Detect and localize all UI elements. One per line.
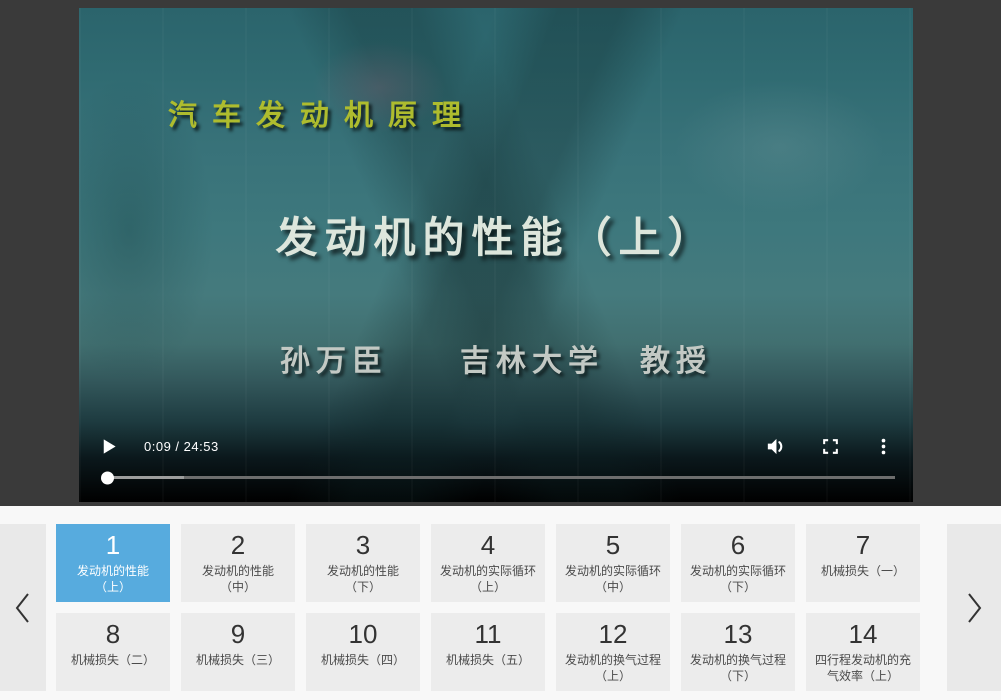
episode-number: 4 [480, 530, 496, 560]
episode-number: 13 [723, 619, 753, 649]
episode-title: 发动机的性能 （下） [326, 564, 399, 594]
playlist-item[interactable]: 9 机械损失（三） [181, 613, 295, 691]
chevron-left-icon [12, 591, 34, 625]
playlist-item[interactable]: 4 发动机的实际循环 （上） [431, 524, 545, 602]
episode-title: 发动机的性能 （上） [76, 564, 149, 594]
episode-number: 5 [605, 530, 621, 560]
episode-title: 发动机的换气过程 （下） [689, 653, 786, 683]
playlist-item[interactable]: 5 发动机的实际循环 （中） [556, 524, 670, 602]
progress-bar[interactable] [101, 471, 895, 484]
episode-number: 14 [848, 619, 878, 649]
episode-title: 机械损失（一） [820, 564, 905, 578]
episode-title: 机械损失（二） [70, 653, 155, 667]
playlist-item[interactable]: 10 机械损失（四） [306, 613, 420, 691]
episode-number: 6 [730, 530, 746, 560]
episode-title: 发动机的实际循环 （下） [689, 564, 786, 594]
volume-button[interactable] [764, 435, 787, 458]
episode-title: 机械损失（五） [445, 653, 530, 667]
episode-number: 8 [105, 619, 121, 649]
video-frame: 汽车发动机原理 发动机的性能（上） 孙万臣 吉林大学 教授 [79, 8, 913, 502]
playlist-item[interactable]: 13 发动机的换气过程 （下） [681, 613, 795, 691]
video-controls-bar: 0:09 / 24:53 [99, 434, 893, 458]
playlist-section: 1 发动机的性能 （上） 2 发动机的性能 （中） 3 发动机的性能 （下） 4… [0, 506, 1001, 700]
episode-title: 机械损失（三） [195, 653, 280, 667]
playlist-item[interactable]: 11 机械损失（五） [431, 613, 545, 691]
time-display: 0:09 / 24:53 [144, 438, 219, 454]
episode-number: 2 [230, 530, 246, 560]
playlist-item[interactable]: 12 发动机的换气过程 （上） [556, 613, 670, 691]
episode-number: 9 [230, 619, 246, 649]
video-series-title: 汽车发动机原理 [168, 100, 477, 132]
episode-title: 发动机的换气过程 （上） [564, 653, 661, 683]
playlist-item[interactable]: 14 四行程发动机的充 气效率（上） [806, 613, 920, 691]
episode-title: 四行程发动机的充 气效率（上） [814, 653, 911, 683]
video-player-section: 汽车发动机原理 发动机的性能（上） 孙万臣 吉林大学 教授 0:09 / 24:… [0, 0, 1001, 506]
episode-number: 10 [348, 619, 378, 649]
video-episode-title: 发动机的性能（上） [275, 214, 717, 261]
play-button[interactable] [99, 437, 118, 456]
episode-title: 发动机的性能 （中） [201, 564, 274, 594]
episode-number: 3 [355, 530, 371, 560]
chevron-right-icon [963, 591, 985, 625]
episode-number: 11 [474, 619, 502, 649]
play-icon [99, 437, 118, 456]
playlist-item[interactable]: 2 发动机的性能 （中） [181, 524, 295, 602]
fullscreen-icon [821, 437, 840, 456]
episode-number: 1 [105, 530, 121, 560]
playlist-item[interactable]: 8 机械损失（二） [56, 613, 170, 691]
episode-number: 7 [855, 530, 871, 560]
video-presenter-credit: 孙万臣 吉林大学 教授 [280, 345, 712, 378]
playlist-item[interactable]: 1 发动机的性能 （上） [56, 524, 170, 602]
more-options-button[interactable] [874, 437, 893, 456]
playlist-item[interactable]: 3 发动机的性能 （下） [306, 524, 420, 602]
fullscreen-button[interactable] [821, 437, 840, 456]
volume-icon [764, 435, 787, 458]
kebab-menu-icon [874, 437, 893, 456]
episode-title: 机械损失（四） [320, 653, 405, 667]
progress-buffered [105, 476, 184, 479]
playlist-grid: 1 发动机的性能 （上） 2 发动机的性能 （中） 3 发动机的性能 （下） 4… [56, 524, 920, 691]
pager-next-button[interactable] [947, 524, 1001, 691]
video-player[interactable]: 汽车发动机原理 发动机的性能（上） 孙万臣 吉林大学 教授 0:09 / 24:… [79, 8, 913, 502]
progress-thumb[interactable] [101, 471, 114, 484]
playlist-item[interactable]: 7 机械损失（一） [806, 524, 920, 602]
playlist-item[interactable]: 6 发动机的实际循环 （下） [681, 524, 795, 602]
episode-title: 发动机的实际循环 （上） [439, 564, 536, 594]
episode-title: 发动机的实际循环 （中） [564, 564, 661, 594]
episode-number: 12 [598, 619, 628, 649]
pager-prev-button[interactable] [0, 524, 46, 691]
